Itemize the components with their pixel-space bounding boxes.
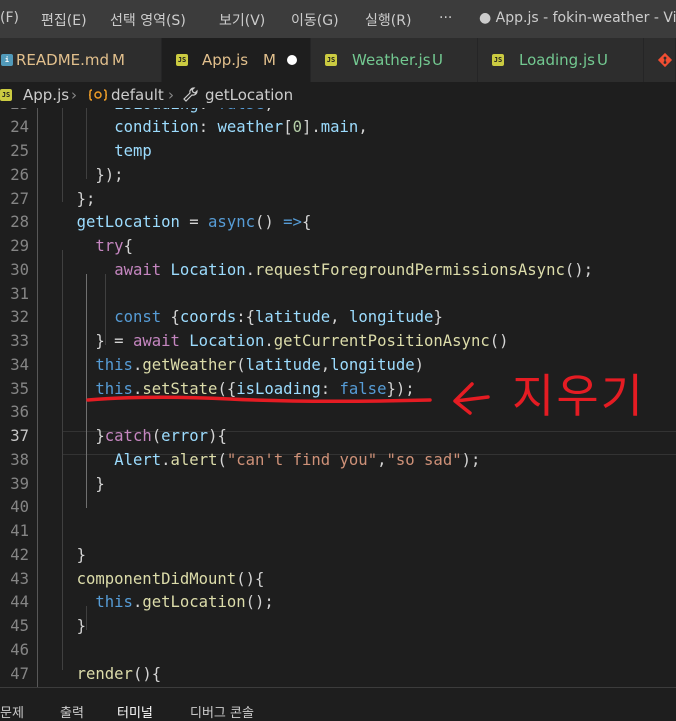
breadcrumb-method[interactable]: getLocation (205, 86, 293, 104)
tab-status: M (112, 51, 125, 69)
breadcrumb: JS App.js › default › getLocation (0, 82, 676, 108)
panel-tab-terminal[interactable]: 터미널 (117, 702, 153, 721)
title-bar: (F) 편집(E) 선택 영역(S) 보기(V) 이동(G) 실행(R) ···… (0, 0, 676, 38)
symbol-namespace-icon (89, 89, 107, 101)
tab-status: U (597, 51, 608, 69)
unsaved-dot-icon[interactable] (287, 55, 297, 65)
tab-weather-js[interactable]: JS Weather.js U (311, 38, 478, 82)
menu-edit[interactable]: 편집(E) (41, 10, 87, 30)
chevron-right-icon: › (168, 86, 174, 104)
menu-more[interactable]: ··· (439, 10, 452, 26)
menu-run[interactable]: 실행(R) (365, 10, 411, 30)
tab-status: U (432, 51, 443, 69)
js-file-icon: JS (0, 89, 12, 101)
panel-tab-output[interactable]: 출력 (60, 702, 84, 721)
breadcrumb-file[interactable]: App.js (23, 86, 69, 104)
menu-file[interactable]: (F) (0, 10, 19, 26)
tab-app-js[interactable]: JS App.js M (162, 38, 311, 82)
git-icon (657, 52, 673, 68)
bottom-panel: 문제 출력 터미널 디버그 콘솔 (0, 687, 676, 721)
wrench-icon (183, 87, 198, 102)
menu-view[interactable]: 보기(V) (219, 10, 265, 30)
menu-go[interactable]: 이동(G) (291, 10, 339, 30)
tab-readme[interactable]: i README.md M (0, 38, 162, 82)
tab-loading-js[interactable]: JS Loading.js U (478, 38, 644, 82)
tab-status: M (263, 51, 276, 69)
js-file-icon: JS (492, 54, 504, 66)
menu-selection[interactable]: 선택 영역(S) (110, 10, 186, 30)
tab-label: Loading.js (519, 51, 595, 69)
chevron-right-icon: › (71, 86, 77, 104)
annotation-text: 지우기 (512, 369, 645, 423)
window-title: ● App.js - fokin-weather - Visu (479, 10, 676, 26)
tab-label: README.md (16, 51, 110, 69)
panel-tab-problems[interactable]: 문제 (0, 702, 24, 721)
tab-git-file[interactable] (644, 38, 676, 82)
panel-tab-debug-console[interactable]: 디버그 콘솔 (190, 702, 254, 721)
js-file-icon: JS (325, 54, 337, 66)
markdown-file-icon: i (1, 54, 13, 66)
tab-label: Weather.js (352, 51, 431, 69)
breadcrumb-symbol[interactable]: default (111, 86, 164, 104)
strikethrough-mark (86, 395, 432, 404)
tab-label: App.js (202, 51, 249, 69)
editor-tab-bar: i README.md M JS App.js M JS Weather.js … (0, 38, 676, 82)
js-file-icon: JS (176, 54, 188, 66)
